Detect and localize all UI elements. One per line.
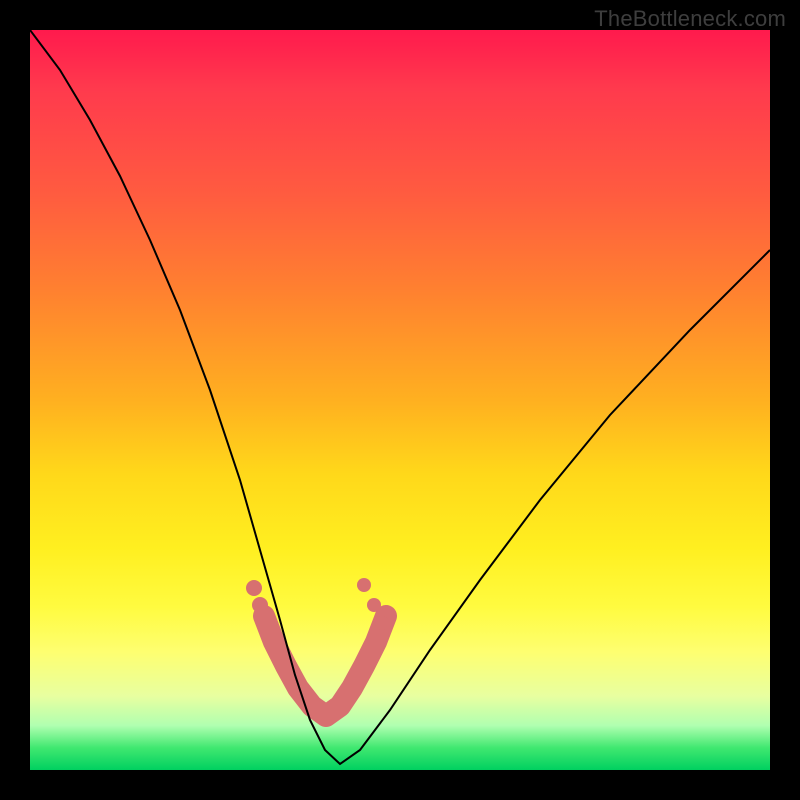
- plot-area: [30, 30, 770, 770]
- outer-frame: TheBottleneck.com: [0, 0, 800, 800]
- watermark-text: TheBottleneck.com: [594, 6, 786, 32]
- bottleneck-curve: [30, 30, 770, 764]
- chart-svg: [30, 30, 770, 770]
- right-lower-dot: [375, 616, 389, 630]
- right-mid-dot: [367, 598, 381, 612]
- left-lower-dot: [252, 597, 268, 613]
- left-upper-dot: [246, 580, 262, 596]
- right-upper-dot: [357, 578, 371, 592]
